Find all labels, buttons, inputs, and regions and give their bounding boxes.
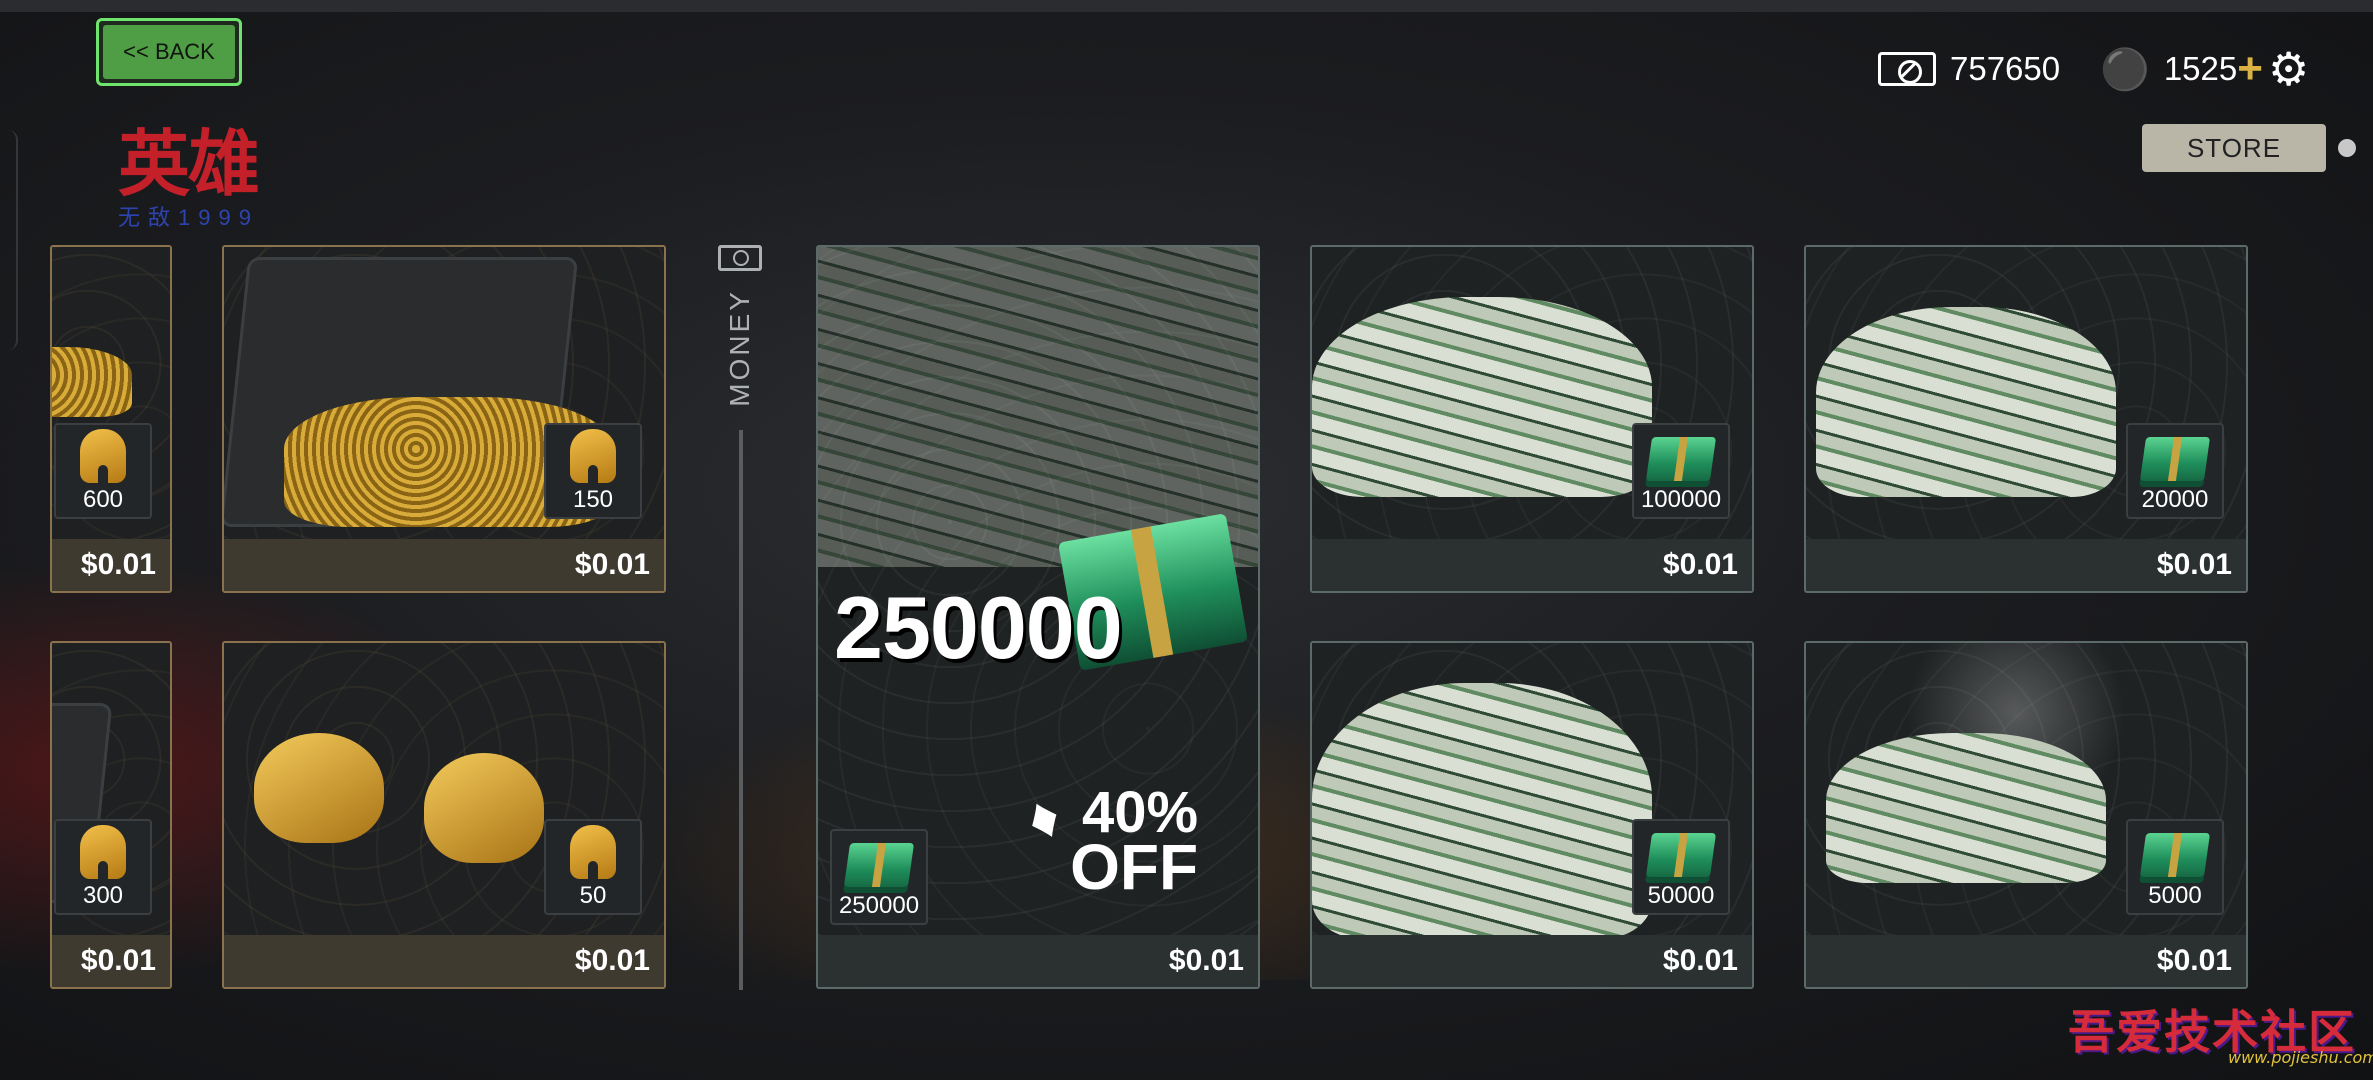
top-strip: [0, 0, 2373, 12]
shop-item-cash-100000[interactable]: 100000 $0.01: [1310, 245, 1754, 593]
featured-amount: 250000: [834, 578, 1123, 677]
shop-item-cash-50000[interactable]: 50000 $0.01: [1310, 641, 1754, 989]
item-price: $0.01: [52, 935, 170, 987]
teeth-balance-value: 1525: [2163, 50, 2238, 87]
item-price: $0.01: [1312, 539, 1752, 591]
shop-item-cash-5000[interactable]: 5000 $0.01: [1804, 641, 2248, 989]
cash-icon: [718, 245, 762, 271]
gold-pile-art: [52, 347, 132, 417]
item-quantity: 50: [579, 882, 607, 909]
cash-stack-icon: [2139, 833, 2211, 877]
item-quantity-badge: 100000: [1632, 423, 1730, 519]
item-price: $0.01: [224, 539, 664, 591]
item-quantity: 20000: [2141, 486, 2209, 513]
item-quantity: 250000: [838, 892, 920, 919]
back-button[interactable]: << BACK: [96, 18, 242, 86]
cash-stack-icon: [1645, 437, 1717, 481]
cash-stack-icon: [1645, 833, 1717, 877]
section-title: MONEY: [724, 289, 755, 407]
logo-title: 英雄: [118, 121, 260, 206]
back-button-label: << BACK: [103, 25, 235, 79]
cash-stack-icon: [843, 843, 915, 887]
item-quantity: 600: [82, 486, 124, 513]
item-quantity-badge: 50: [544, 819, 642, 915]
teeth-balance: ⚫ 1525 +: [2100, 44, 2263, 94]
discount-badge: ♦ 40% OFF: [1015, 781, 1199, 904]
watermark-url: www.pojieshu.com: [2228, 1048, 2373, 1067]
shop-item-cash-20000[interactable]: 20000 $0.01: [1804, 245, 2248, 593]
item-price: $0.01: [224, 935, 664, 987]
tooth-icon: [570, 429, 616, 485]
tooth-icon: ⚫: [2100, 47, 2150, 92]
item-quantity-badge: 250000: [830, 829, 928, 925]
section-divider: [739, 430, 743, 990]
shop-item-teeth-50[interactable]: 50 $0.01: [222, 641, 666, 989]
watermark: 吾爱技术社区 www.pojieshu.com: [2068, 996, 2373, 1067]
cash-pile-art: [1826, 733, 2106, 883]
cash-stack-icon: [2139, 437, 2211, 481]
item-price: $0.01: [52, 539, 170, 591]
shop-item-cash-250000-featured[interactable]: 250000 ♦ 40% OFF 250000 $0.01: [816, 245, 1260, 989]
item-price: $0.01: [1806, 539, 2246, 591]
cash-pile-art: [1312, 297, 1652, 497]
discount-word: OFF: [1070, 831, 1199, 904]
shop-item-teeth-150[interactable]: 150 $0.01: [222, 245, 666, 593]
item-quantity: 300: [82, 882, 124, 909]
shop-item-teeth-600[interactable]: 600 $0.01: [50, 245, 172, 593]
item-price: $0.01: [818, 935, 1258, 987]
tooth-icon: [570, 825, 616, 881]
store-indicator-dot: [2338, 139, 2356, 157]
store-button[interactable]: STORE: [2142, 124, 2326, 172]
item-price: $0.01: [1312, 935, 1752, 987]
item-quantity-badge: 5000: [2126, 819, 2224, 915]
gold-tooth-art: [424, 753, 544, 863]
cash-icon: [1878, 52, 1936, 86]
item-quantity: 5000: [2148, 882, 2202, 909]
item-quantity: 50000: [1647, 882, 1715, 909]
item-quantity-badge: 300: [54, 819, 152, 915]
item-quantity-badge: 20000: [2126, 423, 2224, 519]
item-quantity-badge: 150: [544, 423, 642, 519]
item-quantity: 150: [572, 486, 614, 513]
cash-pile-art: [1816, 307, 2116, 497]
tooth-icon: [80, 825, 126, 881]
logo-subtitle: 无敌1999: [118, 205, 259, 230]
item-quantity: 100000: [1640, 486, 1722, 513]
item-quantity-badge: 600: [54, 423, 152, 519]
settings-gear-icon[interactable]: ⚙: [2268, 44, 2309, 94]
item-price: $0.01: [1806, 935, 2246, 987]
game-logo: 英雄 无敌1999: [118, 121, 260, 232]
section-label: MONEY: [718, 245, 762, 407]
cash-pile-art: [1312, 683, 1652, 939]
left-drawer-handle[interactable]: [0, 130, 18, 350]
item-quantity-badge: 50000: [1632, 819, 1730, 915]
cash-balance-value: 757650: [1950, 50, 2061, 87]
cash-balance: 757650: [1878, 44, 2060, 94]
add-teeth-icon[interactable]: +: [2237, 44, 2263, 94]
gold-tooth-art: [254, 733, 384, 843]
tooth-icon: [80, 429, 126, 485]
shop-item-teeth-300[interactable]: 300 $0.01: [50, 641, 172, 989]
